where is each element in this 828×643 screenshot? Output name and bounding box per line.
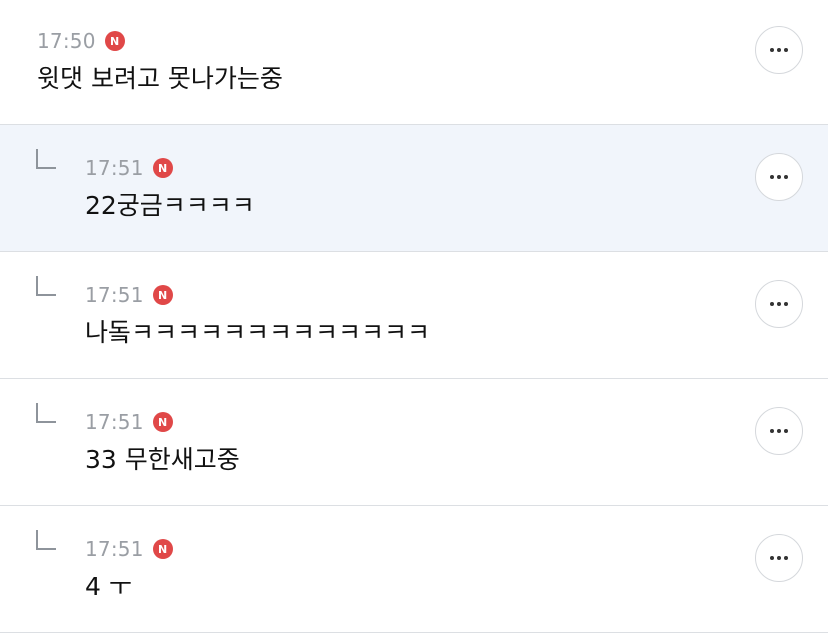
comment-text: 나돜ㅋㅋㅋㅋㅋㅋㅋㅋㅋㅋㅋㅋㅋ: [85, 318, 431, 347]
more-options-icon-dot: [777, 175, 781, 179]
more-options-button[interactable]: [755, 280, 803, 328]
reply-item: 17:51 N 33 무한새고중: [0, 379, 828, 506]
more-options-icon: [770, 556, 774, 560]
comment-text: 윗댓 보려고 못나가는중: [37, 64, 283, 93]
more-options-button[interactable]: [755, 534, 803, 582]
more-options-icon-dot: [777, 48, 781, 52]
more-options-icon: [770, 175, 774, 179]
more-options-icon-dot: [784, 48, 788, 52]
more-options-icon: [770, 48, 774, 52]
comment-time: 17:51: [85, 537, 144, 561]
reply-arrow-icon: [36, 276, 56, 296]
new-badge: N: [152, 412, 173, 432]
more-options-button[interactable]: [755, 407, 803, 455]
more-options-icon-dot: [777, 302, 781, 306]
comment-meta: 17:51 N: [85, 156, 173, 180]
comment-text: 33 무한새고중: [85, 445, 240, 474]
reply-item: 17:51 N 나돜ㅋㅋㅋㅋㅋㅋㅋㅋㅋㅋㅋㅋㅋ: [0, 252, 828, 379]
comment-meta: 17:51 N: [85, 537, 173, 561]
more-options-icon: [770, 302, 774, 306]
new-badge: N: [104, 31, 125, 51]
more-options-button[interactable]: [755, 26, 803, 74]
comment-time: 17:51: [85, 283, 144, 307]
more-options-icon-dot: [784, 429, 788, 433]
comment-meta: 17:51 N: [85, 410, 173, 434]
comment-text: 22궁금ㅋㅋㅋㅋ: [85, 191, 255, 220]
comment-meta: 17:51 N: [85, 283, 173, 307]
more-options-icon: [770, 429, 774, 433]
comment-item: 17:50 N 윗댓 보려고 못나가는중: [0, 0, 828, 125]
new-badge: N: [152, 285, 173, 305]
comment-time: 17:51: [85, 156, 144, 180]
comment-time: 17:50: [37, 29, 96, 53]
reply-item: 17:51 N 22궁금ㅋㅋㅋㅋ: [0, 125, 828, 252]
comment-time: 17:51: [85, 410, 144, 434]
more-options-icon-dot: [777, 429, 781, 433]
comment-list: 17:50 N 윗댓 보려고 못나가는중 17:51 N 22궁금ㅋㅋㅋㅋ 17…: [0, 0, 828, 643]
more-options-button[interactable]: [755, 153, 803, 201]
reply-arrow-icon: [36, 403, 56, 423]
more-options-icon-dot: [777, 556, 781, 560]
more-options-icon-dot: [784, 175, 788, 179]
reply-item: 17:51 N 4 ㅜ: [0, 506, 828, 633]
reply-arrow-icon: [36, 530, 56, 550]
new-badge: N: [152, 539, 173, 559]
new-badge: N: [152, 158, 173, 178]
more-options-icon-dot: [784, 302, 788, 306]
more-options-icon-dot: [784, 556, 788, 560]
comment-text: 4 ㅜ: [85, 572, 132, 601]
reply-arrow-icon: [36, 149, 56, 169]
comment-meta: 17:50 N: [37, 29, 125, 53]
